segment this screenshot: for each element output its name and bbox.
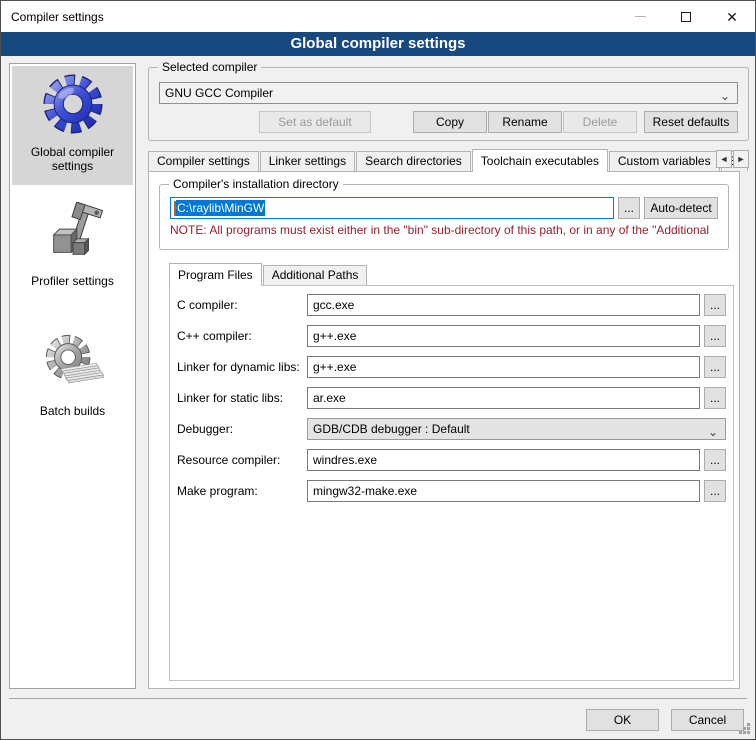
- set-as-default-button[interactable]: Set as default: [259, 111, 371, 133]
- copy-button[interactable]: Copy: [413, 111, 487, 133]
- installation-directory-legend: Compiler's installation directory: [169, 177, 343, 191]
- rename-button[interactable]: Rename: [488, 111, 562, 133]
- linker-dynamic-browse-button[interactable]: ...: [704, 356, 726, 378]
- chevron-down-icon: ⌄: [708, 422, 718, 442]
- selected-compiler-group: Selected compiler GNU GCC Compiler ⌄ Set…: [148, 67, 749, 141]
- installation-directory-row: C:\raylib\MinGW ... Auto-detect: [170, 197, 718, 219]
- sidebar-item-global-compiler-settings[interactable]: Global compiler settings: [12, 66, 133, 185]
- tab-scroll-right-icon[interactable]: ►: [733, 150, 749, 168]
- debugger-label: Debugger:: [177, 422, 307, 436]
- sidebar-item-label: Batch builds: [36, 404, 109, 418]
- main-panel: Selected compiler GNU GCC Compiler ⌄ Set…: [148, 56, 749, 689]
- form-row: Make program: mingw32-make.exe ...: [177, 480, 726, 502]
- maximize-button[interactable]: [663, 1, 709, 32]
- selected-compiler-legend: Selected compiler: [158, 60, 261, 74]
- toolchain-executables-page: Compiler's installation directory C:\ray…: [148, 171, 740, 689]
- window-controls: ✕: [617, 1, 755, 32]
- minimize-button[interactable]: [617, 1, 663, 32]
- tab-search-directories[interactable]: Search directories: [356, 151, 471, 171]
- form-row: Debugger: GDB/CDB debugger : Default ⌄: [177, 418, 726, 440]
- tab-scroll-buttons: ◄ ►: [715, 150, 749, 168]
- linker-dynamic-input[interactable]: g++.exe: [307, 356, 700, 378]
- form-row: C++ compiler: g++.exe ...: [177, 325, 726, 347]
- browse-directory-button[interactable]: ...: [618, 197, 640, 219]
- tab-compiler-settings[interactable]: Compiler settings: [148, 151, 259, 171]
- form-row: Linker for static libs: ar.exe ...: [177, 387, 726, 409]
- ok-button[interactable]: OK: [586, 709, 659, 731]
- installation-directory-value: C:\raylib\MinGW: [176, 200, 265, 216]
- debugger-select[interactable]: GDB/CDB debugger : Default ⌄: [307, 418, 726, 440]
- compiler-settings-dialog: Compiler settings ✕ Global compiler sett…: [0, 0, 756, 740]
- sidebar-item-batch-builds[interactable]: Batch builds: [10, 325, 135, 423]
- form-row: C compiler: gcc.exe ...: [177, 294, 726, 316]
- form-row: Resource compiler: windres.exe ...: [177, 449, 726, 471]
- c-compiler-label: C compiler:: [177, 298, 307, 312]
- maximize-icon: [681, 12, 691, 22]
- titlebar: Compiler settings ✕: [1, 1, 755, 32]
- chevron-down-icon: ⌄: [720, 86, 730, 106]
- make-program-label: Make program:: [177, 484, 307, 498]
- program-files-tabstrip: Program Files Additional Paths: [169, 262, 739, 285]
- compiler-select[interactable]: GNU GCC Compiler ⌄: [159, 82, 738, 104]
- resize-grip[interactable]: [739, 723, 751, 735]
- cancel-button[interactable]: Cancel: [671, 709, 744, 731]
- settings-category-sidebar: Global compiler settings: [9, 63, 136, 689]
- cpp-compiler-input[interactable]: g++.exe: [307, 325, 700, 347]
- linker-static-input[interactable]: ar.exe: [307, 387, 700, 409]
- tab-scroll-left-icon[interactable]: ◄: [716, 150, 732, 168]
- linker-static-label: Linker for static libs:: [177, 391, 307, 405]
- blue-gear-icon: [41, 72, 105, 136]
- minimize-icon: [635, 16, 646, 17]
- auto-detect-button[interactable]: Auto-detect: [644, 197, 718, 219]
- delete-button[interactable]: Delete: [563, 111, 637, 133]
- resource-compiler-label: Resource compiler:: [177, 453, 307, 467]
- gray-gear-papers-icon: [41, 331, 105, 395]
- tab-custom-variables[interactable]: Custom variables: [609, 151, 720, 171]
- program-files-page: C compiler: gcc.exe ... C++ compiler: g+…: [169, 285, 734, 681]
- tab-additional-paths[interactable]: Additional Paths: [263, 265, 368, 285]
- c-compiler-browse-button[interactable]: ...: [704, 294, 726, 316]
- tab-linker-settings[interactable]: Linker settings: [260, 151, 355, 171]
- compiler-buttons-row: Set as default Copy Rename Delete Reset …: [159, 111, 738, 133]
- close-button[interactable]: ✕: [709, 1, 755, 32]
- caliper-tool-icon: [41, 201, 105, 265]
- make-program-input[interactable]: mingw32-make.exe: [307, 480, 700, 502]
- tab-toolchain-executables[interactable]: Toolchain executables: [472, 149, 608, 172]
- form-row: Linker for dynamic libs: g++.exe ...: [177, 356, 726, 378]
- bin-subdirectory-note: NOTE: All programs must exist either in …: [170, 223, 718, 237]
- footer-separator: [9, 698, 747, 699]
- settings-tabstrip: Compiler settings Linker settings Search…: [148, 148, 749, 171]
- debugger-select-value: GDB/CDB debugger : Default: [313, 422, 470, 436]
- make-program-browse-button[interactable]: ...: [704, 480, 726, 502]
- sidebar-item-profiler-settings[interactable]: Profiler settings: [10, 195, 135, 297]
- cpp-compiler-browse-button[interactable]: ...: [704, 325, 726, 347]
- sidebar-item-label: Profiler settings: [27, 274, 118, 288]
- linker-static-browse-button[interactable]: ...: [704, 387, 726, 409]
- reset-defaults-button[interactable]: Reset defaults: [644, 111, 738, 133]
- compiler-select-value: GNU GCC Compiler: [165, 86, 273, 100]
- resource-compiler-input[interactable]: windres.exe: [307, 449, 700, 471]
- installation-directory-group: Compiler's installation directory C:\ray…: [159, 184, 729, 250]
- resource-compiler-browse-button[interactable]: ...: [704, 449, 726, 471]
- close-icon: ✕: [726, 10, 738, 24]
- window-title: Compiler settings: [11, 10, 104, 24]
- cpp-compiler-label: C++ compiler:: [177, 329, 307, 343]
- tab-program-files[interactable]: Program Files: [169, 263, 262, 286]
- sidebar-item-label: Global compiler settings: [12, 145, 133, 173]
- installation-directory-input[interactable]: C:\raylib\MinGW: [170, 197, 614, 219]
- page-title: Global compiler settings: [1, 32, 755, 56]
- c-compiler-input[interactable]: gcc.exe: [307, 294, 700, 316]
- linker-dynamic-label: Linker for dynamic libs:: [177, 360, 307, 374]
